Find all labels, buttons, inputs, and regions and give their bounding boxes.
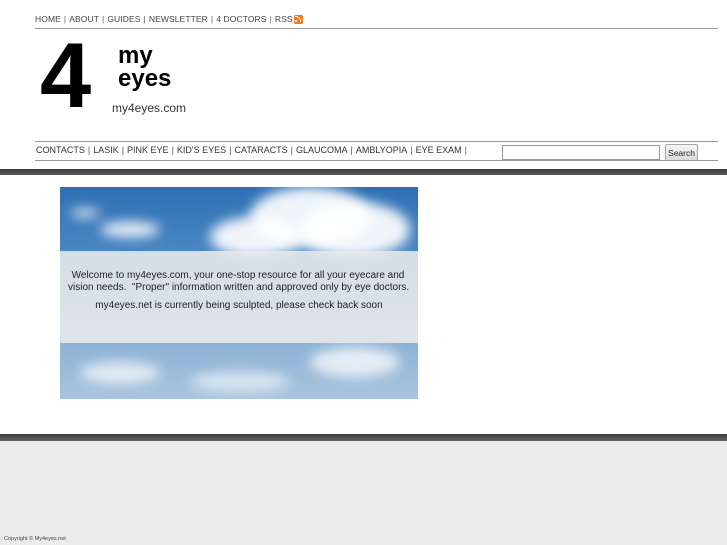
category-contacts-link[interactable]: CONTACTS bbox=[36, 145, 85, 155]
category-eye-exam-link[interactable]: EYE EXAM bbox=[416, 145, 462, 155]
nav-separator: | bbox=[350, 145, 353, 155]
logo-word-eyes: eyes bbox=[118, 65, 172, 92]
category-glaucoma-link[interactable]: GLAUCOMA bbox=[296, 145, 348, 155]
search-button[interactable]: Search bbox=[665, 144, 698, 161]
rss-icon[interactable] bbox=[293, 14, 303, 24]
category-nav: CONTACTS | LASIK | PINK EYE | KID'S EYES… bbox=[36, 145, 470, 155]
nav-separator: | bbox=[464, 145, 467, 155]
search-input[interactable] bbox=[502, 145, 660, 160]
top-divider bbox=[35, 28, 718, 29]
category-nav-bottom-divider bbox=[35, 160, 718, 161]
nav-separator: | bbox=[171, 145, 174, 155]
nav-separator: | bbox=[143, 14, 146, 24]
nav-about-link[interactable]: ABOUT bbox=[69, 14, 99, 24]
category-amblyopia-link[interactable]: AMBLYOPIA bbox=[356, 145, 407, 155]
category-cataracts-link[interactable]: CATARACTS bbox=[235, 145, 288, 155]
nav-separator: | bbox=[410, 145, 413, 155]
welcome-line-2: vision needs. "Proper" information writt… bbox=[68, 281, 410, 293]
nav-separator: | bbox=[87, 145, 91, 155]
category-pink-eye-link[interactable]: PINK EYE bbox=[127, 145, 169, 155]
logo-url: my4eyes.com bbox=[112, 101, 187, 115]
header-band bbox=[0, 169, 727, 175]
site-logo[interactable]: 4 my eyes my4eyes.com bbox=[40, 30, 190, 122]
hero-sky-image: Welcome to my4eyes.com, your one-stop re… bbox=[60, 187, 418, 399]
nav-newsletter-link[interactable]: NEWSLETTER bbox=[149, 14, 208, 24]
footer bbox=[0, 441, 727, 545]
construction-notice: my4eyes.net is currently being sculpted,… bbox=[95, 300, 383, 311]
hero-text-panel bbox=[60, 251, 418, 343]
cloud-shape bbox=[70, 209, 100, 217]
nav-separator: | bbox=[229, 145, 232, 155]
cloud-shape bbox=[100, 222, 160, 237]
category-lasik-link[interactable]: LASIK bbox=[93, 145, 119, 155]
nav-home-link[interactable]: HOME bbox=[35, 14, 61, 24]
footer-band bbox=[0, 434, 727, 441]
copyright-text: Copyright © My4eyes.net bbox=[4, 536, 66, 542]
nav-separator: | bbox=[269, 14, 272, 24]
nav-guides-link[interactable]: GUIDES bbox=[107, 14, 140, 24]
cloud-shape bbox=[300, 202, 410, 257]
cloud-shape bbox=[310, 347, 400, 377]
welcome-line-1: Welcome to my4eyes.com, your one-stop re… bbox=[71, 270, 405, 281]
nav-separator: | bbox=[290, 145, 294, 155]
nav-4-doctors-link[interactable]: 4 DOCTORS bbox=[216, 14, 266, 24]
welcome-message: Welcome to my4eyes.com, your one-stop re… bbox=[68, 270, 410, 293]
nav-rss-link[interactable]: RSS bbox=[275, 14, 293, 24]
cloud-shape bbox=[190, 372, 290, 392]
nav-separator: | bbox=[121, 145, 125, 155]
nav-separator: | bbox=[63, 14, 67, 24]
top-nav: HOME | ABOUT | GUIDES | NEWSLETTER | 4 D… bbox=[35, 14, 303, 24]
category-kids-eyes-link[interactable]: KID'S EYES bbox=[177, 145, 226, 155]
category-nav-top-divider bbox=[35, 141, 718, 142]
cloud-shape bbox=[80, 362, 160, 384]
nav-separator: | bbox=[102, 14, 105, 24]
nav-separator: | bbox=[210, 14, 214, 24]
logo-numeral: 4 bbox=[40, 25, 91, 127]
